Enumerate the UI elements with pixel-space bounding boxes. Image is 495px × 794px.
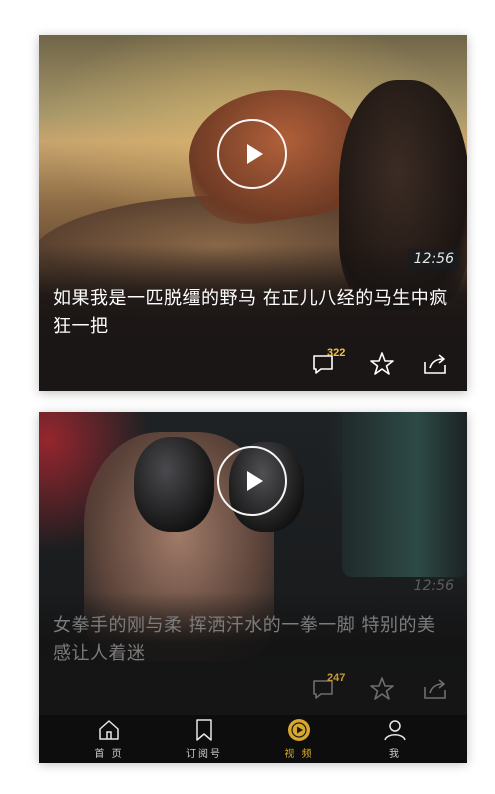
video-title[interactable]: 如果我是一匹脱缰的野马 在正儿八经的马生中疯狂一把 (53, 285, 453, 341)
video-play-icon (288, 719, 310, 741)
video-duration: 12:56 (413, 578, 454, 594)
favorite-button[interactable] (369, 351, 395, 377)
play-icon (247, 144, 263, 164)
video-actions: 247 (39, 672, 467, 706)
bookmark-icon (196, 719, 212, 741)
bottom-tab-bar: 首 页 订阅号 视 频 我 (39, 715, 467, 763)
tab-subscriptions-label: 订阅号 (186, 749, 222, 760)
star-icon (370, 352, 394, 375)
tab-home-label: 首 页 (94, 749, 124, 760)
video-title[interactable]: 女拳手的刚与柔 挥洒汗水的一拳一脚 特别的美感让人着迷 (53, 612, 453, 668)
tab-me[interactable]: 我 (355, 715, 435, 763)
tab-video[interactable]: 视 频 (259, 715, 339, 763)
home-icon (99, 720, 119, 740)
comment-count: 247 (327, 672, 346, 684)
video-card[interactable]: 12:56 如果我是一匹脱缰的野马 在正儿八经的马生中疯狂一把 322 (39, 35, 467, 391)
tab-me-label: 我 (389, 749, 401, 760)
star-icon (370, 677, 394, 700)
comment-count: 322 (327, 347, 346, 359)
tab-video-label: 视 频 (284, 749, 314, 760)
play-icon (247, 471, 263, 491)
tab-subscriptions[interactable]: 订阅号 (164, 715, 244, 763)
person-icon (384, 720, 406, 741)
share-icon (424, 354, 446, 374)
play-button[interactable] (217, 119, 287, 189)
tab-home[interactable]: 首 页 (69, 715, 149, 763)
share-button[interactable] (422, 676, 448, 702)
play-button[interactable] (217, 446, 287, 516)
share-icon (424, 679, 446, 699)
video-card[interactable]: 12:56 女拳手的刚与柔 挥洒汗水的一拳一脚 特别的美感让人着迷 247 (39, 412, 467, 762)
video-duration: 12:56 (407, 249, 460, 269)
share-button[interactable] (422, 351, 448, 377)
video-actions: 322 (39, 347, 467, 381)
favorite-button[interactable] (369, 676, 395, 702)
